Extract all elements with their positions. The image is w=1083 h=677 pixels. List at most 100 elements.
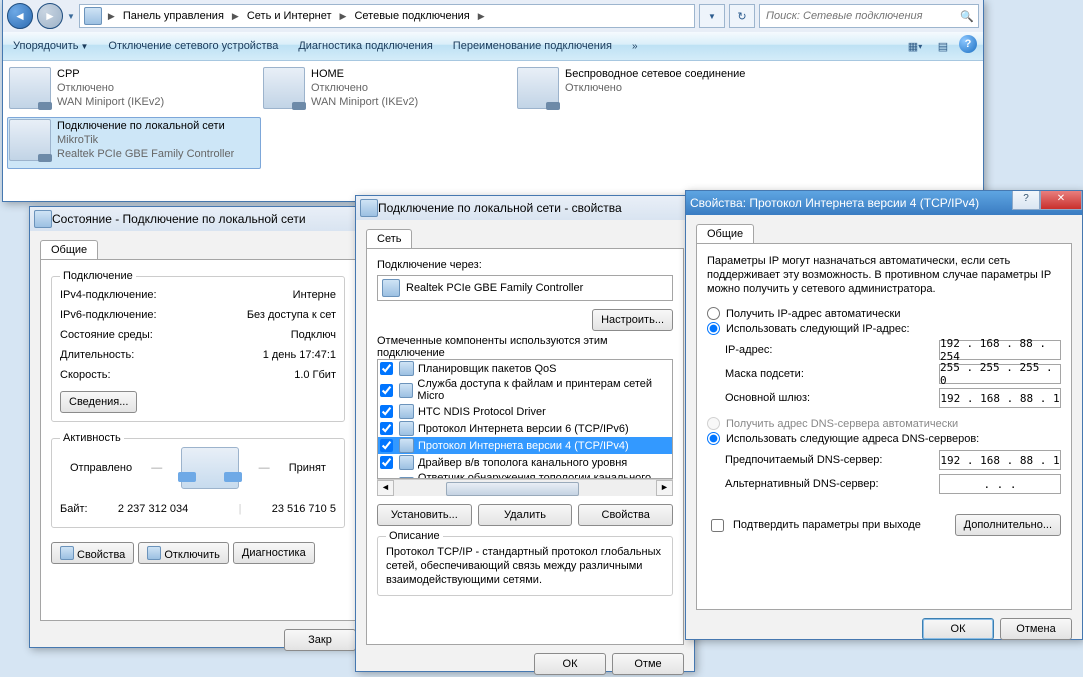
component-item[interactable]: Протокол Интернета версии 4 (TCP/IPv4) [378, 437, 672, 454]
component-item[interactable]: Служба доступа к файлам и принтерам сете… [378, 377, 672, 403]
duration-label: Длительность: [60, 347, 134, 363]
connection-device: WAN Miniport (IKEv2) [311, 95, 418, 109]
component-checkbox[interactable] [380, 456, 393, 469]
component-label: Драйвер в/в тополога канального уровня [418, 457, 627, 469]
search-input[interactable] [764, 9, 960, 23]
components-list[interactable]: Планировщик пакетов QoSСлужба доступа к … [377, 359, 673, 479]
breadcrumb-item[interactable]: Панель управления [117, 10, 230, 22]
diagnose-button[interactable]: Диагностика [233, 542, 315, 564]
ipv4-value: Интерне [293, 287, 336, 303]
view-mode-button[interactable]: ▦▾ [903, 35, 927, 57]
rename-button[interactable]: Переименование подключения [449, 38, 616, 54]
connection-status: Отключено [565, 81, 745, 95]
connection-item-cpp[interactable]: CPP Отключено WAN Miniport (IKEv2) [7, 65, 261, 117]
media-label: Состояние среды: [60, 327, 153, 343]
shield-icon [147, 546, 161, 560]
validate-checkbox[interactable]: Подтвердить параметры при выходе [707, 516, 921, 535]
component-checkbox[interactable] [380, 405, 393, 418]
component-item[interactable]: Планировщик пакетов QoS [378, 360, 672, 377]
alternate-dns-input[interactable]: . . . [939, 474, 1061, 494]
adapter-icon [382, 279, 400, 297]
protocol-icon [399, 438, 414, 453]
search-box[interactable]: 🔍 [759, 4, 979, 28]
disable-device-button[interactable]: Отключение сетевого устройства [104, 38, 282, 54]
organize-menu[interactable]: Упорядочить▼ [9, 38, 92, 54]
connection-item-wireless[interactable]: Беспроводное сетевое соединение Отключен… [515, 65, 769, 117]
computer-icon [84, 7, 102, 25]
nav-history-dropdown[interactable]: ▼ [67, 12, 75, 21]
subnet-mask-input[interactable]: 255 . 255 . 255 . 0 [939, 364, 1061, 384]
connections-list: CPP Отключено WAN Miniport (IKEv2) HOME … [3, 61, 983, 173]
tab-network[interactable]: Сеть [366, 229, 412, 248]
scroll-right-button[interactable]: ► [656, 480, 673, 496]
connection-item-lan[interactable]: Подключение по локальной сети MikroTik R… [7, 117, 261, 169]
component-checkbox[interactable] [380, 439, 393, 452]
breadcrumb-item[interactable]: Сетевые подключения [348, 10, 475, 22]
horizontal-scrollbar[interactable]: ◄ ► [377, 479, 673, 496]
manual-dns-radio[interactable]: Использовать следующие адреса DNS-сервер… [707, 431, 1061, 446]
connection-name: CPP [57, 67, 164, 81]
connection-item-home[interactable]: HOME Отключено WAN Miniport (IKEv2) [261, 65, 515, 117]
group-activity-label: Активность [60, 432, 124, 444]
help-icon[interactable]: ? [959, 35, 977, 53]
advanced-button[interactable]: Дополнительно... [955, 514, 1061, 536]
details-button[interactable]: Сведения... [60, 391, 137, 413]
connection-status: Отключено [57, 81, 164, 95]
uninstall-button[interactable]: Удалить [478, 504, 573, 526]
ok-button[interactable]: ОК [922, 618, 994, 640]
properties-button[interactable]: Свойства [51, 542, 134, 564]
activity-icon [181, 447, 239, 489]
connection-name: HOME [311, 67, 418, 81]
help-button[interactable]: ? [1012, 191, 1040, 210]
protocol-icon [399, 404, 414, 419]
tab-general[interactable]: Общие [40, 240, 98, 259]
sent-label: Отправлено [70, 462, 132, 474]
preferred-dns-input[interactable]: 192 . 168 . 88 . 1 [939, 450, 1061, 470]
configure-button[interactable]: Настроить... [592, 309, 673, 331]
ip-address-input[interactable]: 192 . 168 . 88 . 254 [939, 340, 1061, 360]
more-chevron[interactable]: » [628, 39, 642, 54]
breadcrumb-dropdown[interactable]: ▼ [699, 4, 725, 28]
ok-button[interactable]: ОК [534, 653, 606, 675]
component-checkbox[interactable] [380, 422, 393, 435]
protocol-icon [399, 383, 413, 398]
component-properties-button[interactable]: Свойства [578, 504, 673, 526]
nav-back-button[interactable]: ◄ [7, 3, 33, 29]
component-item[interactable]: Ответчик обнаружения топологии канальног… [378, 471, 672, 479]
component-label: Ответчик обнаружения топологии канальног… [418, 472, 670, 479]
subnet-mask-label: Маска подсети: [725, 368, 804, 380]
breadcrumb[interactable]: ▶ Панель управления▶ Сеть и Интернет▶ Се… [79, 4, 695, 28]
ipv6-label: IPv6-подключение: [60, 307, 157, 323]
component-checkbox[interactable] [380, 362, 393, 375]
tab-general[interactable]: Общие [696, 224, 754, 243]
speed-label: Скорость: [60, 367, 111, 383]
nav-forward-button[interactable]: ► [37, 3, 63, 29]
breadcrumb-item[interactable]: Сеть и Интернет [241, 10, 338, 22]
cancel-button[interactable]: Отмена [1000, 618, 1072, 640]
component-label: Протокол Интернета версии 4 (TCP/IPv4) [418, 440, 629, 452]
close-button[interactable]: ✕ [1040, 191, 1082, 210]
refresh-button[interactable]: ↻ [729, 4, 755, 28]
preview-pane-button[interactable]: ▤ [931, 35, 955, 57]
cancel-button[interactable]: Отме [612, 653, 684, 675]
preferred-dns-label: Предпочитаемый DNS-сервер: [725, 454, 882, 466]
auto-dns-radio: Получить адрес DNS-сервера автоматически [707, 416, 1061, 431]
close-button[interactable]: Закр [284, 629, 356, 651]
component-item[interactable]: HTC NDIS Protocol Driver [378, 403, 672, 420]
titlebar: Состояние - Подключение по локальной сет… [30, 207, 366, 231]
disable-button[interactable]: Отключить [138, 542, 229, 564]
intro-text: Параметры IP могут назначаться автоматич… [707, 254, 1061, 296]
component-label: Служба доступа к файлам и принтерам сете… [417, 378, 670, 402]
scroll-thumb[interactable] [446, 482, 579, 496]
manual-ip-radio[interactable]: Использовать следующий IP-адрес: [707, 321, 1061, 336]
component-item[interactable]: Протокол Интернета версии 6 (TCP/IPv6) [378, 420, 672, 437]
component-item[interactable]: Драйвер в/в тополога канального уровня [378, 454, 672, 471]
scroll-left-button[interactable]: ◄ [377, 480, 394, 496]
group-connection-label: Подключение [60, 270, 136, 282]
diagnose-button[interactable]: Диагностика подключения [294, 38, 436, 54]
component-checkbox[interactable] [380, 384, 393, 397]
auto-ip-radio[interactable]: Получить IP-адрес автоматически [707, 306, 1061, 321]
network-adapter-icon [263, 67, 305, 109]
install-button[interactable]: Установить... [377, 504, 472, 526]
gateway-input[interactable]: 192 . 168 . 88 . 1 [939, 388, 1061, 408]
